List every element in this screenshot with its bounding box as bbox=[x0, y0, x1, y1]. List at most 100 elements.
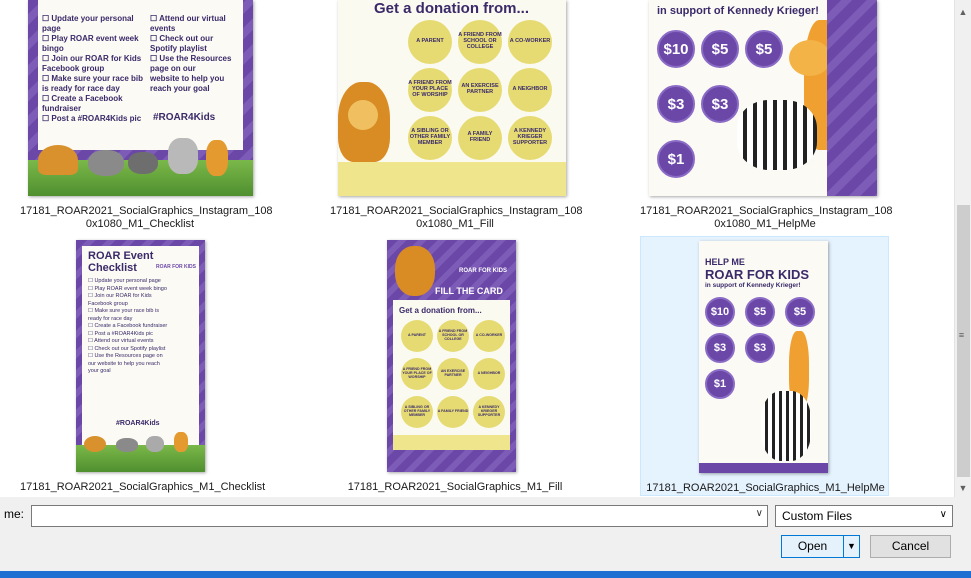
file-list-view[interactable]: ☐ Update your personal page ☐ Play ROAR e… bbox=[0, 0, 954, 497]
checklist-item: bingo bbox=[42, 44, 64, 53]
checklist-item: fundraiser bbox=[42, 104, 82, 113]
fill-heading: Get a donation from... bbox=[399, 306, 482, 315]
checklist-item: page bbox=[42, 24, 61, 33]
checklist-item: ☐ Check out our bbox=[150, 34, 214, 43]
file-name-input[interactable]: ∨ bbox=[31, 505, 768, 527]
checklist-item: ☐ Join our ROAR for Kids bbox=[42, 54, 142, 63]
checklist-item: ☐ Attend our virtual bbox=[150, 14, 226, 23]
amount-circle: $3 bbox=[657, 85, 695, 123]
amount-circle: $1 bbox=[705, 369, 735, 399]
thumbnail: HELP ME ROAR FOR KIDS in support of Kenn… bbox=[699, 241, 828, 473]
donor-circle: A PARENT bbox=[401, 320, 433, 352]
donor-circle: A FAMILY FRIEND bbox=[437, 396, 469, 428]
checklist-item: your goal bbox=[88, 368, 111, 374]
checklist-item: website to help you bbox=[150, 74, 225, 83]
file-name-label: me: bbox=[4, 507, 25, 521]
donor-circle: AN EXERCISE PARTNER bbox=[458, 68, 502, 112]
thumbnail: ☐ Update your personal page ☐ Play ROAR e… bbox=[28, 0, 253, 196]
thumbnail: Get a donation from... A PARENT A FRIEND … bbox=[338, 0, 566, 196]
tagline: in support of Kennedy Krieger! bbox=[657, 5, 819, 17]
file-item-selected[interactable]: HELP ME ROAR FOR KIDS in support of Kenn… bbox=[640, 236, 889, 496]
scroll-up-icon[interactable]: ▲ bbox=[955, 4, 971, 21]
checklist-item: is ready for race day bbox=[42, 84, 120, 93]
helpme-line2: ROAR FOR KIDS bbox=[705, 267, 809, 282]
donor-circle: A NEIGHBOR bbox=[473, 358, 505, 390]
fill-heading: Get a donation from... bbox=[374, 0, 530, 17]
file-name: 17181_ROAR2021_SocialGraphics_Instagram_… bbox=[640, 205, 893, 230]
file-type-value: Custom Files bbox=[782, 509, 853, 523]
file-item[interactable]: ROAR Event Checklist ROAR FOR KIDS ☐ Upda… bbox=[20, 238, 266, 496]
donor-circle: A FAMILY FRIEND bbox=[458, 116, 502, 160]
checklist-left-column: ☐ Update your personal page ☐ Play ROAR e… bbox=[42, 14, 143, 124]
checklist-item: ☐ Make sure your race bib is bbox=[88, 308, 159, 314]
checklist-item: ☐ Play ROAR event week bingo bbox=[88, 285, 167, 292]
amount-circle: $3 bbox=[745, 333, 775, 363]
tagline: in support of Kennedy Krieger! bbox=[705, 282, 801, 289]
file-item[interactable]: ROAR FOR KIDS FILL THE CARD Get a donati… bbox=[330, 238, 580, 496]
fill-banner: FILL THE CARD bbox=[435, 286, 503, 296]
checklist-item: ☐ Join our ROAR for Kids bbox=[88, 293, 152, 299]
amount-circle: $1 bbox=[657, 140, 695, 178]
hashtag-text: #ROAR4Kids bbox=[116, 420, 160, 427]
grip-icon: ≡ bbox=[958, 330, 965, 340]
file-item[interactable]: ☐ Update your personal page ☐ Play ROAR e… bbox=[20, 0, 273, 235]
checklist-item: ☐ Use the Resources bbox=[150, 54, 232, 63]
checklist-item: ☐ Use the Resources page on bbox=[88, 353, 163, 359]
amount-circle: $10 bbox=[705, 297, 735, 327]
open-dropdown-icon[interactable]: ▼ bbox=[843, 536, 859, 557]
donor-circle: AN EXERCISE PARTNER bbox=[437, 358, 469, 390]
checklist-item: ☐ Make sure your race bib bbox=[42, 74, 143, 83]
donor-circle: A PARENT bbox=[408, 20, 452, 64]
file-name: 17181_ROAR2021_SocialGraphics_M1_Checkli… bbox=[20, 481, 266, 493]
donor-circle: A NEIGHBOR bbox=[508, 68, 552, 112]
checklist-item: ☐ Post a #ROAR4Kids pic bbox=[42, 114, 142, 123]
file-item[interactable]: in support of Kennedy Krieger! $10 $5 $5 $3… bbox=[640, 0, 893, 235]
donor-circle: A SIBLING OR OTHER FAMILY MEMBER bbox=[408, 116, 452, 160]
file-type-select[interactable]: Custom Files ∨ bbox=[775, 505, 953, 527]
donor-circle: A FRIEND FROM YOUR PLACE OF WORSHIP bbox=[401, 358, 433, 390]
thumbnail: in support of Kennedy Krieger! $10 $5 $5 $3… bbox=[649, 0, 877, 196]
checklist-item: page on our bbox=[150, 64, 196, 73]
checklist-items: ☐ Update your personal page ☐ Play ROAR e… bbox=[88, 278, 167, 376]
donor-circle: A SIBLING OR OTHER FAMILY MEMBER bbox=[401, 396, 433, 428]
file-name: 17181_ROAR2021_SocialGraphics_M1_HelpMe bbox=[646, 482, 885, 494]
checklist-item: Facebook group bbox=[88, 300, 128, 307]
scroll-down-icon[interactable]: ▼ bbox=[955, 480, 971, 497]
file-item[interactable]: Get a donation from... A PARENT A FRIEND … bbox=[330, 0, 583, 235]
amount-circle: $5 bbox=[785, 297, 815, 327]
amount-circle: $5 bbox=[745, 297, 775, 327]
donor-circle: A KENNEDY KRIEGER SUPPORTER bbox=[508, 116, 552, 160]
vertical-scrollbar[interactable]: ▲ ≡ ▼ bbox=[954, 0, 971, 497]
checklist-item: Facebook group bbox=[42, 64, 105, 73]
checklist-item: ☐ Create a Facebook bbox=[42, 94, 123, 103]
amount-circle: $5 bbox=[745, 30, 783, 68]
dialog-footer: me: ∨ Custom Files ∨ Open ▼ Cancel bbox=[0, 497, 971, 578]
amount-circle: $5 bbox=[701, 30, 739, 68]
taskbar-edge bbox=[0, 571, 971, 578]
checklist-item: ☐ Create a Facebook fundraiser bbox=[88, 323, 168, 329]
chevron-down-icon[interactable]: ∨ bbox=[940, 509, 947, 520]
checklist-item: ☐ Update your personal bbox=[42, 14, 134, 23]
open-button[interactable]: Open ▼ bbox=[781, 535, 860, 558]
thumbnail: ROAR FOR KIDS FILL THE CARD Get a donati… bbox=[387, 240, 516, 472]
checklist-item: Spotify playlist bbox=[150, 44, 207, 53]
scroll-thumb[interactable] bbox=[957, 205, 970, 477]
amount-circle: $3 bbox=[701, 85, 739, 123]
chevron-down-icon[interactable]: ∨ bbox=[756, 508, 763, 519]
donor-circle: A KENNEDY KRIEGER SUPPORTER bbox=[473, 396, 505, 428]
checklist-item: events bbox=[150, 24, 176, 33]
checklist-title: ROAR Event Checklist bbox=[88, 250, 154, 274]
checklist-item: ☐ Attend our virtual events bbox=[88, 338, 154, 344]
checklist-item: ready for race day bbox=[88, 315, 133, 322]
cancel-button[interactable]: Cancel bbox=[870, 535, 951, 558]
roar-logo: ROAR FOR KIDS bbox=[459, 268, 507, 274]
checklist-item: our website to help you reach bbox=[88, 360, 160, 367]
checklist-item: ☐ Check out our Spotify playlist bbox=[88, 345, 166, 352]
file-name: 17181_ROAR2021_SocialGraphics_Instagram_… bbox=[20, 205, 273, 230]
file-name: 17181_ROAR2021_SocialGraphics_Instagram_… bbox=[330, 205, 583, 230]
donor-circle: A CO-WORKER bbox=[508, 20, 552, 64]
checklist-item: ☐ Update your personal page bbox=[88, 278, 161, 284]
helpme-line1: HELP ME bbox=[705, 257, 745, 267]
amount-circle: $10 bbox=[657, 30, 695, 68]
donor-circle: A FRIEND FROM YOUR PLACE OF WORSHIP bbox=[408, 68, 452, 112]
